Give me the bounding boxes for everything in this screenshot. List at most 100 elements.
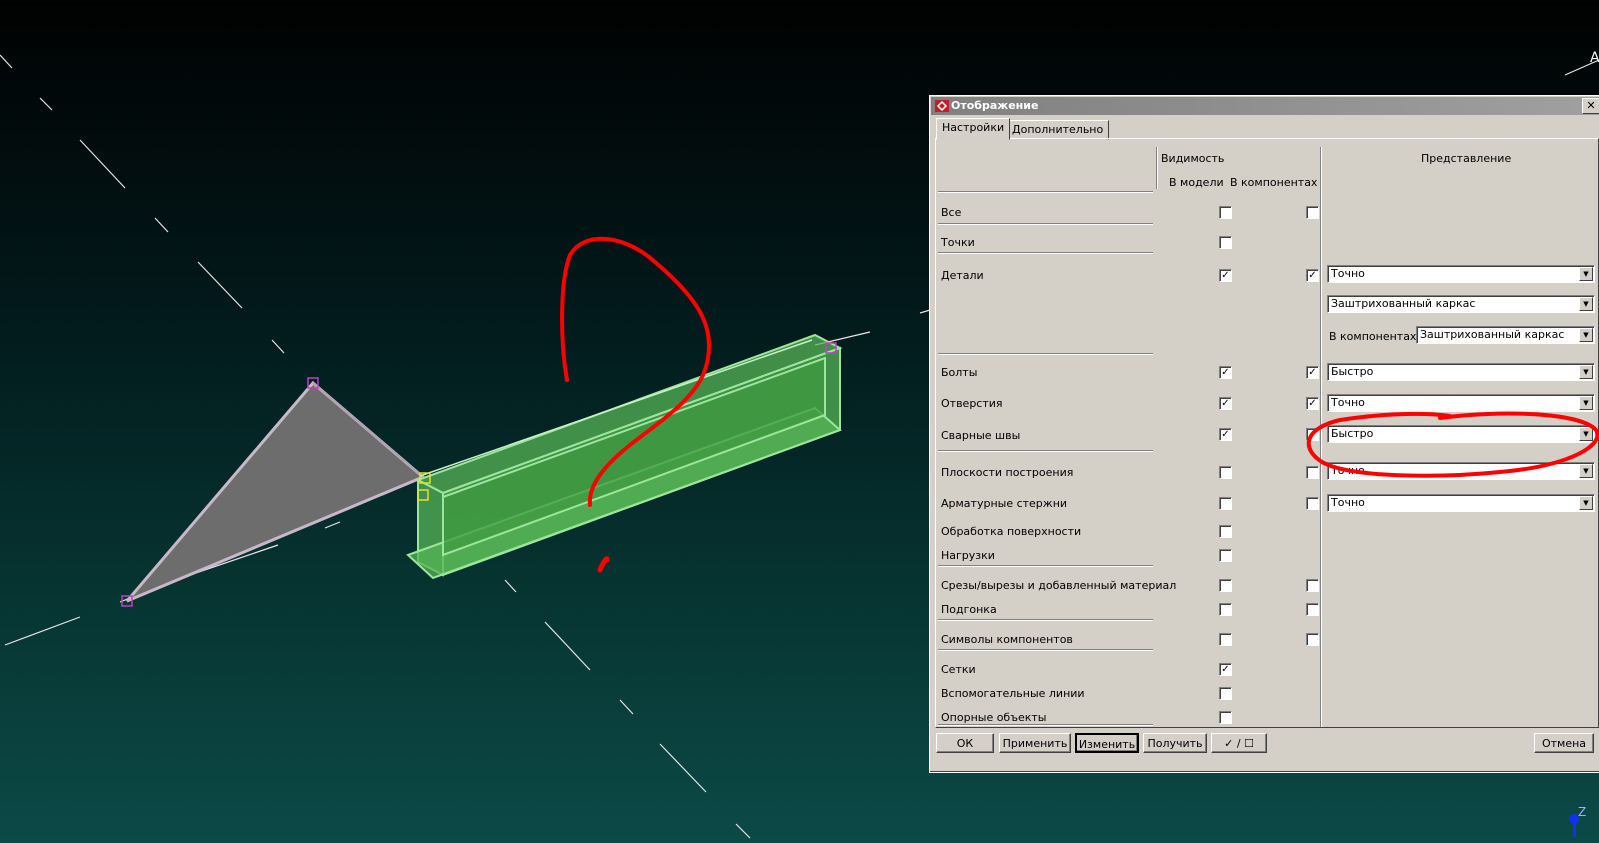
checkbox-lines-model[interactable] [1219,687,1232,700]
checkbox-rebars-model[interactable] [1219,497,1232,510]
get-button[interactable]: Получить [1143,733,1207,753]
checkbox-planes-model[interactable] [1219,466,1232,479]
row-label-surface-treatment: Обработка поверхности [941,525,1082,538]
header-representation: Представление [1421,152,1512,165]
axis-z-label: Z [1578,805,1587,819]
checkbox-all-model[interactable] [1219,206,1232,219]
checkbox-bolts-components[interactable]: ✓ [1306,366,1319,379]
row-label-rebars: Арматурные стержни [941,497,1068,510]
checkbox-points-model[interactable] [1219,236,1232,249]
tab-settings[interactable]: Настройки [936,118,1011,140]
tab-advanced[interactable]: Дополнительно [1006,120,1110,140]
planes-representation-select[interactable]: Точно ▼ [1327,462,1595,480]
checkbox-cuts-model[interactable] [1219,579,1232,592]
select-value: Быстро [1331,427,1374,440]
chevron-down-icon[interactable]: ▼ [1579,496,1593,510]
row-label-reference-objects: Опорные объекты [941,711,1047,724]
apply-button[interactable]: Применить [999,733,1071,753]
parts-representation-select[interactable]: Точно ▼ [1327,265,1595,283]
checkbox-symbols-model[interactable] [1219,633,1232,646]
checkbox-holes-model[interactable]: ✓ [1219,397,1232,410]
ok-button[interactable]: ОК [936,733,994,753]
divider [1156,147,1157,189]
checkbox-grids-model[interactable]: ✓ [1219,663,1232,676]
parts-components-render-select[interactable]: Заштрихованный каркас ▼ [1416,326,1595,344]
header-in-model: В модели [1169,176,1224,189]
dialog-titlebar[interactable]: Отображение ✕ [931,97,1599,115]
select-value: Точно [1331,396,1365,409]
chevron-down-icon[interactable]: ▼ [1579,328,1593,342]
checkbox-symbols-components[interactable] [1306,633,1319,646]
checkbox-fitting-components[interactable] [1306,603,1319,616]
header-visibility: Видимость [1161,152,1225,165]
divider [1320,147,1321,727]
separator [938,353,1153,354]
row-label-grids: Сетки [941,663,976,676]
row-label-cuts: Срезы/вырезы и добавленный материал [941,579,1177,592]
checkbox-surface-model[interactable] [1219,525,1232,538]
row-label-component-symbols: Символы компонентов [941,633,1073,646]
row-label-parts: Детали [941,269,984,282]
row-label-holes: Отверстия [941,397,1003,410]
select-value: Быстро [1331,365,1374,378]
chevron-down-icon[interactable]: ▼ [1579,297,1593,311]
separator [938,450,1153,451]
row-label-bolts: Болты [941,366,978,379]
checkbox-loads-model[interactable] [1219,549,1232,562]
checkbox-planes-components[interactable] [1306,466,1319,479]
checkbox-parts-components[interactable]: ✓ [1306,269,1319,282]
chevron-down-icon[interactable]: ▼ [1579,365,1593,379]
row-label-welds: Сварные швы [941,429,1021,442]
checkbox-reference-model[interactable] [1219,711,1232,724]
chevron-down-icon[interactable]: ▼ [1579,464,1593,478]
checkbox-holes-components[interactable]: ✓ [1306,397,1319,410]
separator [938,252,1153,253]
row-label-construction-planes: Плоскости построения [941,466,1074,479]
separator [938,619,1153,620]
settings-panel: Видимость В модели В компонентах Предста… [935,138,1599,728]
checkbox-rebars-components[interactable] [1306,497,1319,510]
checkbox-welds-components[interactable]: ✓ [1306,428,1319,441]
cancel-button[interactable]: Отмена [1534,733,1594,753]
separator [938,565,1153,566]
header-in-components: В компонентах [1230,176,1318,189]
checkbox-parts-model[interactable]: ✓ [1219,269,1232,282]
checkbox-fitting-model[interactable] [1219,603,1232,616]
select-value: Заштрихованный каркас [1331,297,1476,310]
select-value: Точно [1331,464,1365,477]
dialog-title: Отображение [951,99,1039,112]
toggle-all-button[interactable]: ✓ / ☐ [1211,733,1267,753]
row-label-points: Точки [941,236,975,249]
checkbox-all-components[interactable] [1306,206,1319,219]
separator [938,191,1153,192]
tekla-app-icon [935,100,949,112]
row-label-all: Все [941,206,962,219]
separator [938,724,1153,725]
modify-button[interactable]: Изменить [1075,733,1139,753]
select-value: Заштрихованный каркас [1420,328,1565,341]
separator [938,223,1153,224]
close-icon[interactable]: ✕ [1582,98,1599,114]
row-label-loads: Нагрузки [941,549,995,562]
i-beam[interactable] [406,333,843,580]
chevron-down-icon[interactable]: ▼ [1579,427,1593,441]
checkbox-welds-model[interactable]: ✓ [1219,428,1232,441]
select-value: Точно [1331,496,1365,509]
axis-label: A [1590,50,1599,66]
triangle-plate[interactable] [125,380,426,603]
row-label-fitting: Подгонка [941,603,997,616]
parts-render-mode-select[interactable]: Заштрихованный каркас ▼ [1327,295,1595,313]
in-components-label: В компонентах: [1329,330,1421,343]
rebars-representation-select[interactable]: Точно ▼ [1327,494,1595,512]
display-dialog[interactable]: Отображение ✕ Настройки Дополнительно Ви… [929,95,1599,773]
checkbox-bolts-model[interactable]: ✓ [1219,366,1232,379]
separator [938,649,1153,650]
bolts-representation-select[interactable]: Быстро ▼ [1327,363,1595,381]
select-value: Точно [1331,267,1365,280]
welds-representation-select[interactable]: Быстро ▼ [1327,425,1595,443]
checkbox-cuts-components[interactable] [1306,579,1319,592]
row-label-construction-lines: Вспомогательные линии [941,687,1085,700]
chevron-down-icon[interactable]: ▼ [1579,267,1593,281]
holes-representation-select[interactable]: Точно ▼ [1327,394,1595,412]
chevron-down-icon[interactable]: ▼ [1579,396,1593,410]
